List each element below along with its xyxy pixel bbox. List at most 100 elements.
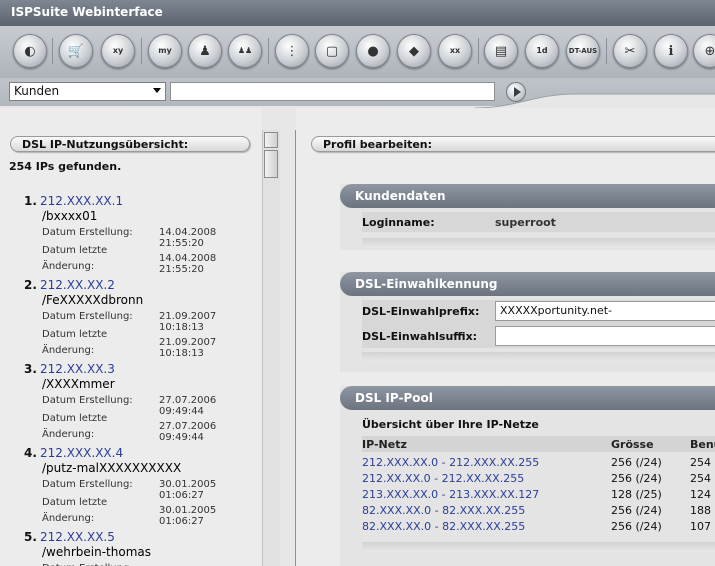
document-icon[interactable]: ▤: [484, 34, 518, 68]
ip-size: 256 (/24): [611, 520, 662, 533]
search-go-button[interactable]: [506, 82, 526, 102]
login-value: superroot: [495, 216, 556, 229]
entry-ip-link[interactable]: 212.XX.XX.5: [40, 530, 115, 544]
created-value: 30.01.2005 01:06:27: [159, 479, 217, 501]
section-footer: [362, 542, 715, 552]
users-icon[interactable]: ♟♟: [228, 34, 262, 68]
diamond-icon[interactable]: ◆: [397, 34, 431, 68]
created-label: Datum Erstellung:: [42, 395, 133, 406]
left-scrollbar[interactable]: [262, 130, 280, 566]
ip-net-link[interactable]: 213.XXX.XX.0 - 213.XXX.XX.127: [362, 488, 539, 501]
cube-xy-icon[interactable]: xy: [101, 34, 135, 68]
created-value: 21.09.2007 10:18:13: [159, 311, 217, 333]
app-title-bar: ISPSuite Webinterface: [0, 0, 715, 26]
entry-name: /XXXXmmer: [42, 377, 115, 391]
ip-used: 188: [690, 504, 711, 517]
changed-label: Änderung:: [42, 429, 95, 440]
entry-number: 2.: [24, 278, 37, 292]
ip-size: 128 (/25): [611, 488, 662, 501]
table-header-strip: [362, 436, 715, 452]
changed-label: Datum letzte: [42, 329, 108, 340]
ip-net-link[interactable]: 212.XX.XX.0 - 212.XX.XX.255: [362, 472, 524, 485]
changed-value: 21.09.2007 10:18:13: [159, 337, 217, 359]
cart-icon[interactable]: 🛒: [59, 34, 93, 68]
document-1d-icon[interactable]: 1d: [525, 34, 559, 68]
toolbar-separator: [606, 38, 607, 64]
dsl-login-section: DSL-Einwahlkennung DSL-Einwahlprefix: XX…: [340, 272, 715, 372]
toolbar-separator: [52, 38, 53, 64]
ip-size: 256 (/24): [611, 456, 662, 469]
search-category-value: Kunden: [14, 84, 60, 98]
entry-name: /wehrbein-thomas: [42, 545, 151, 559]
ip-used: 254: [690, 472, 711, 485]
ip-pool-title: DSL IP-Pool: [340, 386, 715, 410]
my-user-icon[interactable]: my: [148, 34, 182, 68]
toolbar-separator: [268, 38, 269, 64]
section-footer: [362, 238, 715, 248]
ip-net-link[interactable]: 82.XXX.XX.0 - 82.XXX.XX.255: [362, 504, 525, 517]
play-arrow-icon: [513, 87, 521, 97]
entry-name: /FeXXXXXdbronn: [42, 293, 144, 307]
ip-usage-panel: DSL IP-Nutzungsübersicht: 254 IPs gefund…: [0, 108, 262, 566]
entry-ip-link[interactable]: 212.XXX.XX.4: [40, 446, 123, 460]
wrench-xx-icon[interactable]: xx: [438, 34, 472, 68]
info-icon[interactable]: i: [654, 34, 688, 68]
tools-icon[interactable]: ✂: [613, 34, 647, 68]
dt-aus-icon[interactable]: DT-AUS: [566, 34, 600, 68]
toolbar-separator: [478, 38, 479, 64]
ip-net-link[interactable]: 82.XXX.XX.0 - 82.XXX.XX.255: [362, 520, 525, 533]
toolbar-separator: [141, 38, 142, 64]
entry-name: /putz-malXXXXXXXXXX: [42, 461, 182, 475]
changed-label: Datum letzte: [42, 413, 108, 424]
box-icon[interactable]: ▢: [315, 34, 349, 68]
changed-label: Änderung:: [42, 345, 95, 356]
ip-used: 107: [690, 520, 711, 533]
entry-ip-link[interactable]: 212.XX.XX.3: [40, 362, 115, 376]
dsl-prefix-input[interactable]: XXXXXportunity.net-: [495, 301, 715, 321]
login-label: Loginname:: [362, 216, 435, 229]
section-footer: [362, 352, 715, 362]
dsl-suffix-input[interactable]: [495, 326, 715, 346]
entry-number: 4.: [24, 446, 37, 460]
col-size: Grösse: [611, 438, 654, 451]
changed-label: Änderung:: [42, 513, 95, 524]
changed-value: 27.07.2006 09:49:44: [159, 421, 217, 443]
created-value: 14.04.2008 21:55:20: [159, 227, 217, 249]
ip-net-link[interactable]: 212.XXX.XX.0 - 212.XXX.XX.255: [362, 456, 539, 469]
search-category-select[interactable]: Kunden: [9, 82, 166, 101]
entry-name: /bxxxx01: [42, 209, 98, 223]
entry-ip-link[interactable]: 212.XX.XX.2: [40, 278, 115, 292]
dsl-prefix-value: XXXXXportunity.net-: [500, 304, 612, 317]
search-input[interactable]: [170, 82, 495, 101]
back-icon[interactable]: ◐: [13, 34, 47, 68]
created-value: 27.07.2006 09:49:44: [159, 395, 217, 417]
scroll-thumb[interactable]: [264, 150, 278, 178]
changed-label: Datum letzte: [42, 497, 108, 508]
entry-ip-link[interactable]: 212.XXX.XX.1: [40, 194, 123, 208]
ip-used: 254: [690, 456, 711, 469]
changed-value: 14.04.2008 21:55:20: [159, 253, 217, 275]
customer-data-title: Kundendaten: [340, 184, 715, 208]
entry-number: 3.: [24, 362, 37, 376]
changed-label: Änderung:: [42, 261, 95, 272]
chevron-down-icon: [153, 88, 161, 93]
exit-icon[interactable]: ⊕: [693, 34, 715, 68]
ip-pool-subtitle: Übersicht über Ihre IP-Netze: [362, 418, 539, 431]
scroll-up-button[interactable]: [264, 132, 278, 148]
customer-data-section: Kundendaten Loginname: superroot: [340, 184, 715, 250]
cluster-icon[interactable]: ●: [356, 34, 390, 68]
profile-header: Profil bearbeiten:: [311, 136, 715, 152]
entry-number: 1.: [24, 194, 37, 208]
user-icon[interactable]: ♟: [188, 34, 222, 68]
ip-pool-section: DSL IP-Pool Übersicht über Ihre IP-Netze…: [340, 386, 715, 566]
profile-panel: Profil bearbeiten: Kundendaten Loginname…: [296, 108, 715, 566]
ip-size: 256 (/24): [611, 504, 662, 517]
changed-label: Datum letzte: [42, 245, 108, 256]
dsl-suffix-label: DSL-Einwahlsuffix:: [362, 330, 478, 343]
hierarchy-icon[interactable]: ⋮: [275, 34, 309, 68]
dsl-prefix-label: DSL-Einwahlprefix:: [362, 305, 480, 318]
col-ip-net: IP-Netz: [362, 438, 407, 451]
ip-usage-header: DSL IP-Nutzungsübersicht:: [10, 136, 250, 152]
ip-size: 256 (/24): [611, 472, 662, 485]
entry-number: 5.: [24, 530, 37, 544]
